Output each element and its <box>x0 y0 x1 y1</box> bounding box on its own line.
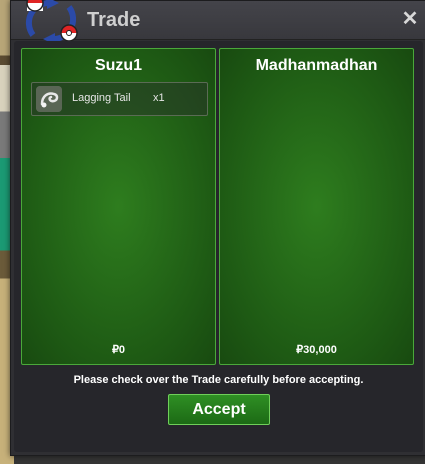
trade-titlebar[interactable]: Trade ✕ <box>11 0 425 45</box>
trade-body: Suzu1 Lagging Tail x1 ₽0 Madhanmadhan ₽3… <box>14 41 423 452</box>
close-button[interactable]: ✕ <box>400 9 420 29</box>
offered-item-row[interactable]: Lagging Tail x1 <box>31 82 208 116</box>
item-name: Lagging Tail <box>72 92 131 104</box>
accept-button[interactable]: Accept <box>168 394 270 425</box>
lagging-tail-icon <box>36 86 62 112</box>
partner-offer-panel: Madhanmadhan ₽30,000 <box>219 48 414 365</box>
pokeball-trade-icon <box>25 0 78 45</box>
my-offer-panel: Suzu1 Lagging Tail x1 ₽0 <box>21 48 216 365</box>
window-title: Trade <box>87 9 141 31</box>
partner-money-offer: ₽30,000 <box>296 344 337 356</box>
game-screen: Trade ✕ Suzu1 Lagging Tail x1 ₽0 Madhanm… <box>0 0 425 464</box>
trade-notice: Please check over the Trade carefully be… <box>73 374 364 386</box>
trade-window: Trade ✕ Suzu1 Lagging Tail x1 ₽0 Madhanm… <box>10 0 425 456</box>
item-quantity: x1 <box>153 92 165 104</box>
my-money-offer: ₽0 <box>111 344 126 356</box>
my-player-name: Suzu1 <box>94 57 143 74</box>
partner-player-name: Madhanmadhan <box>255 57 378 74</box>
